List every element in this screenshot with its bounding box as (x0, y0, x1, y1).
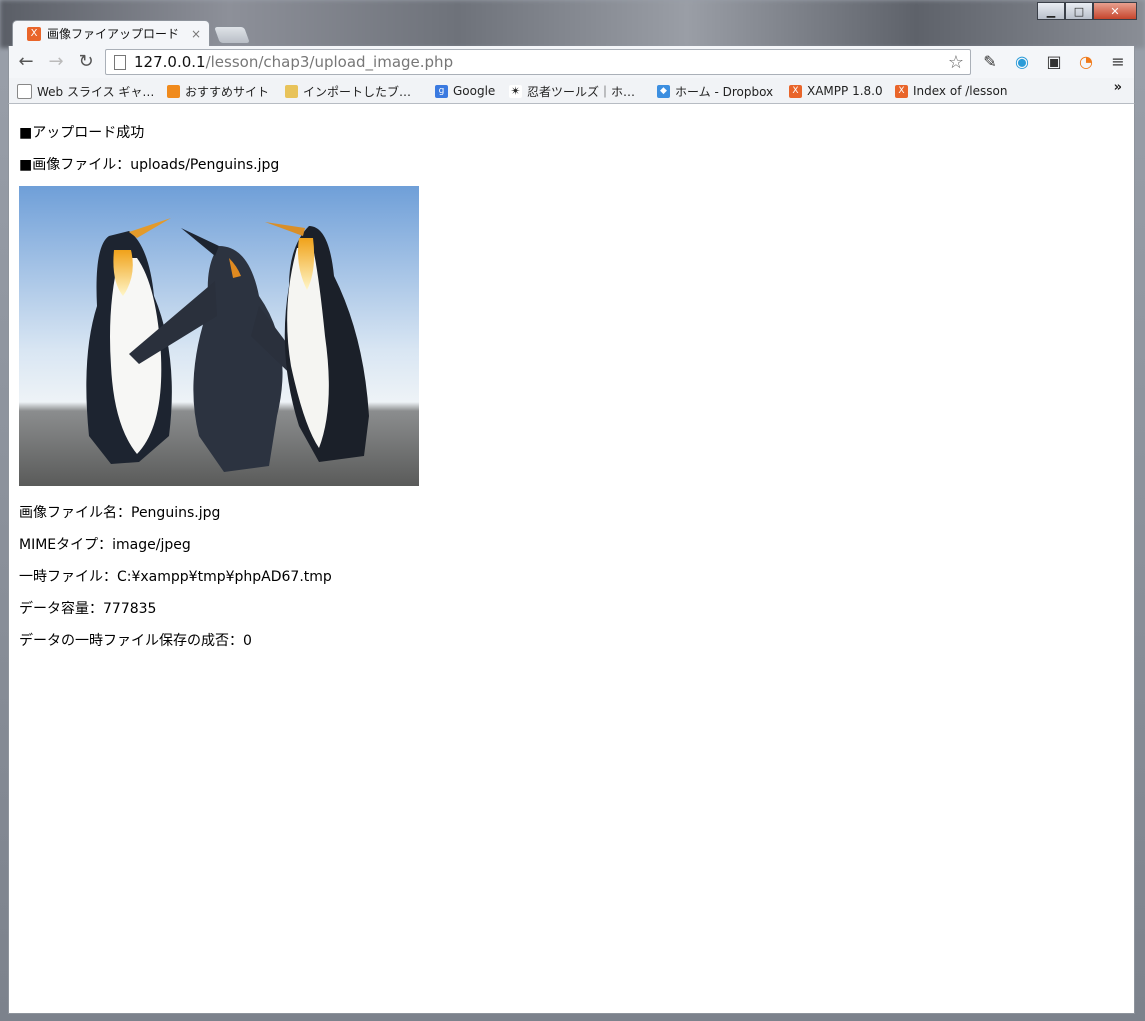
close-tab-icon[interactable]: × (191, 27, 201, 41)
image-file-path-text: ■画像ファイル：uploads/Penguins.jpg (19, 157, 280, 173)
bookmark-item[interactable]: インポートしたブ… (285, 83, 411, 99)
bookmark-label: XAMPP 1.8.0 (807, 84, 883, 98)
file-name-text: 画像ファイル名：Penguins.jpg (19, 505, 221, 521)
rss-icon[interactable]: ◔ (1075, 51, 1097, 73)
url-path: /lesson/chap3/upload_image.php (205, 53, 454, 71)
tab-strip: X 画像ファイアップロード × (12, 20, 412, 46)
dropbox-icon: ◆ (657, 84, 670, 98)
bookmark-item[interactable]: X XAMPP 1.8.0 (789, 83, 883, 99)
xampp-icon: X (789, 84, 802, 98)
address-bar[interactable]: 127.0.0.1 /lesson/chap3/upload_image.php… (105, 49, 971, 75)
browser-window: ▁ □ ✕ X 画像ファイアップロード × ← → ↻ 127.0.0.1 /l… (0, 0, 1145, 1021)
data-size-text: データ容量：777835 (19, 601, 157, 617)
maximize-button[interactable]: □ (1065, 2, 1093, 20)
menu-icon[interactable]: ≡ (1107, 51, 1129, 73)
bookmark-label: Index of /lesson (913, 84, 1008, 98)
tab-title: 画像ファイアップロード (47, 27, 180, 41)
mime-type-text: MIMEタイプ：image/jpeg (19, 537, 191, 553)
penguins-image (19, 186, 419, 486)
back-arrow-icon[interactable]: ← (15, 51, 37, 73)
bookmark-label: 忍者ツールズ｜ホ… (527, 84, 636, 99)
bookmark-item[interactable]: ◆ ホーム - Dropbox (657, 83, 773, 99)
minimize-button[interactable]: ▁ (1037, 2, 1065, 20)
eyedropper-icon[interactable]: ✎ (979, 51, 1001, 73)
google-icon: g (435, 84, 448, 98)
bookmark-item[interactable]: ✴ 忍者ツールズ｜ホ… (509, 83, 635, 99)
bookmark-item[interactable]: おすすめサイト (167, 83, 269, 99)
page-content: ■アップロード成功 ■画像ファイル：uploads/Penguins.jpg 画… (8, 104, 1135, 1014)
bookmark-label: おすすめサイト (185, 84, 270, 99)
page-icon (114, 54, 126, 70)
bookmark-label: Web スライス ギャ… (37, 84, 155, 99)
xampp-icon: X (895, 84, 908, 98)
bookmark-star-icon[interactable]: ☆ (948, 52, 964, 73)
ninja-icon: ✴ (509, 83, 522, 98)
bulb-icon (167, 84, 180, 98)
bookmark-label: ホーム - Dropbox (675, 84, 774, 99)
reload-icon[interactable]: ↻ (75, 51, 97, 73)
bookmark-item[interactable]: g Google (435, 83, 495, 99)
browser-toolbar: ← → ↻ 127.0.0.1 /lesson/chap3/upload_ima… (8, 46, 1135, 78)
xampp-icon: X (27, 26, 41, 41)
tab-upload-image[interactable]: X 画像ファイアップロード × (12, 20, 210, 46)
upload-status-text: ■アップロード成功 (19, 125, 145, 141)
skype-icon[interactable]: ◉ (1011, 51, 1033, 73)
bookmark-label: インポートしたブ… (303, 84, 412, 99)
page-icon (17, 83, 32, 99)
evernote-icon[interactable]: ▣ (1043, 51, 1065, 73)
url-host: 127.0.0.1 (134, 53, 206, 71)
folder-icon (285, 84, 298, 98)
tmp-file-text: 一時ファイル：C:¥xampp¥tmp¥phpAD67.tmp (19, 569, 332, 585)
bookmark-item[interactable]: X Index of /lesson (895, 83, 1007, 99)
bookmarks-overflow-button[interactable]: » (1114, 80, 1122, 95)
close-window-button[interactable]: ✕ (1093, 2, 1137, 20)
new-tab-button[interactable] (212, 26, 252, 44)
forward-arrow-icon[interactable]: → (45, 51, 67, 73)
bookmark-label: Google (453, 84, 496, 98)
bookmarks-bar: Web スライス ギャ… おすすめサイト インポートしたブ… g Google … (8, 78, 1135, 104)
upload-error-text: データの一時ファイル保存の成否：0 (19, 633, 252, 649)
window-controls: ▁ □ ✕ (1037, 2, 1137, 20)
bookmark-item[interactable]: Web スライス ギャ… (17, 83, 154, 99)
